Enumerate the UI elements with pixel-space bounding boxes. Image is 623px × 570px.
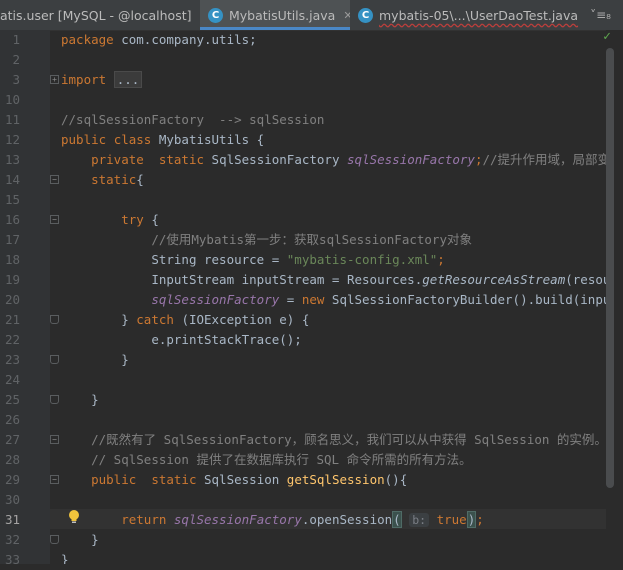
code-line-29: public static SqlSession getSqlSession()… [91,472,408,487]
line-number: 32 [4,532,20,547]
code-line-20: sqlSessionFactory = new SqlSessionFactor… [151,292,606,307]
line-number: 21 [4,312,20,327]
tab-label: atis.user [MySQL - @localhost] [0,7,192,23]
line-number: 29 [4,472,20,487]
line-number: 16 [4,212,20,227]
line-number: 23 [4,352,20,367]
line-number: 15 [4,192,20,207]
line-number: 14 [4,172,20,187]
line-number: 19 [4,272,20,287]
editor-tab-bar: atis.user [MySQL - @localhost] ✕ C Mybat… [0,0,623,31]
code-line-31: return sqlSessionFactory.openSession( b:… [121,511,484,528]
code-line-22: e.printStackTrace(); [151,332,302,347]
code-line-11: //sqlSessionFactory --> sqlSession [61,112,325,127]
line-number: 10 [4,92,20,107]
code-line-3: import ... [61,70,143,90]
lightbulb-icon[interactable] [68,509,80,525]
line-number: 20 [4,292,20,307]
code-line-17: //使用Mybatis第一步：获取sqlSessionFactory对象 [151,232,472,247]
code-line-21: } catch (IOException e) { [121,312,310,327]
line-number-gutter: 1 2 3 10 11 12 13 14 15 16 17 18 19 20 2… [0,30,50,567]
line-number: 26 [4,412,20,427]
code-line-32: } [91,532,99,547]
line-number: 1 [12,32,20,47]
code-line-25: } [91,392,99,407]
close-icon[interactable]: ✕ [343,9,350,22]
code-line-18: String resource = "mybatis-config.xml"; [151,252,445,267]
code-line-16: try { [121,212,159,227]
code-line-12: public class MybatisUtils { [61,132,265,147]
line-number: 18 [4,252,20,267]
line-number: 12 [4,132,20,147]
line-number: 11 [4,112,20,127]
tab-mybatisutils[interactable]: C MybatisUtils.java ✕ [200,0,350,30]
line-number: 27 [4,432,20,447]
code-line-19: InputStream inputStream = Resources.getR… [151,272,606,287]
line-number: 22 [4,332,20,347]
line-number: 2 [12,52,20,67]
line-number: 30 [4,492,20,507]
line-number-current: 31 [4,512,20,527]
line-number: 17 [4,232,20,247]
line-number: 28 [4,452,20,467]
line-number: 24 [4,372,20,387]
folded-imports[interactable]: ... [113,71,143,88]
line-number: 25 [4,392,20,407]
tab-list-menu-icon[interactable]: ˅≡₈ [590,8,611,22]
tab-database-console[interactable]: atis.user [MySQL - @localhost] ✕ [0,0,200,30]
code-line-27: //既然有了 SqlSessionFactory，顾名思义，我们可以从中获得 S… [91,432,606,447]
inspection-ok-icon[interactable]: ✓ [603,29,611,44]
line-number: 13 [4,152,20,167]
tab-userdaotest[interactable]: C mybatis-05\...\UserDaoTest.java ✕ [350,0,582,30]
code-line-23: } [121,352,129,367]
code-editor[interactable]: package com.company.utils; import ... //… [50,30,606,564]
parameter-hint: b: [409,513,430,527]
code-line-14: static{ [91,172,144,187]
vertical-scrollbar[interactable] [606,48,614,488]
java-class-icon: C [208,7,223,23]
line-number: 33 [4,552,20,567]
tab-label: mybatis-05\...\UserDaoTest.java [379,7,579,23]
java-class-icon: C [358,7,373,23]
line-number: 3 [12,72,20,87]
code-line-28: // SqlSession 提供了在数据库执行 SQL 命令所需的所有方法。 [91,452,472,467]
code-line-1: package com.company.utils; [61,32,257,47]
code-line-33: } [61,552,69,564]
tab-label: MybatisUtils.java [229,7,336,23]
code-line-13: private static SqlSessionFactory sqlSess… [91,152,606,167]
